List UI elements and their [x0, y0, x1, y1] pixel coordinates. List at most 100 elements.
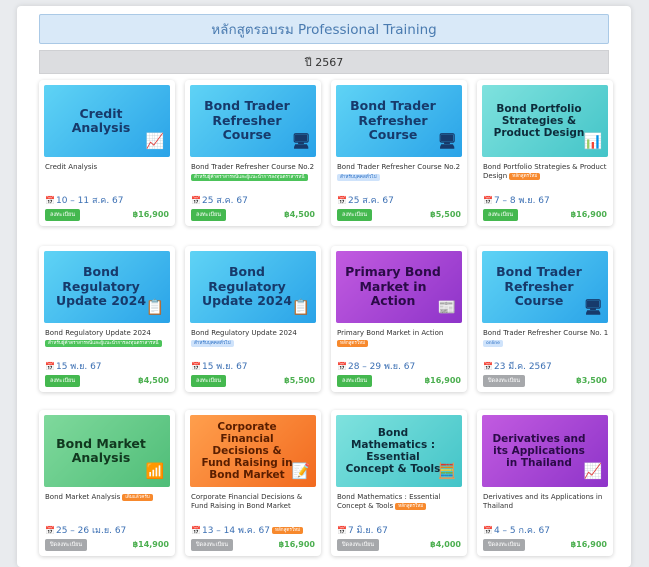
calendar-icon: 📅	[337, 526, 347, 535]
date-text: 15 พ.ย. 67	[201, 362, 248, 372]
calendar-icon: 📅	[191, 362, 201, 371]
registration-closed-button[interactable]: ปิดลงทะเบียน	[45, 538, 88, 551]
trader-desk-icon: 🖥	[291, 132, 311, 151]
course-price: ฿16,900	[570, 210, 607, 219]
course-thumbnail[interactable]: Bond Regulatory Update 2024 📋	[44, 251, 170, 323]
course-card[interactable]: Bond Trader Refresher Course 🖥 Bond Trader…	[477, 246, 613, 392]
course-name-block: Bond Trader Refresher Course No.2 สำหรับบ…	[337, 163, 463, 182]
audience-badge: สำหรับผู้ค้าตราสารหนี้และผู้แนะนำการลงทุ…	[45, 340, 162, 348]
course-card[interactable]: Bond Portfolio Strategies & Product Desi…	[477, 80, 613, 226]
regulation-doc-icon: 📋	[291, 298, 311, 317]
course-thumbnail[interactable]: Bond Market Analysis 📶	[44, 415, 170, 487]
card-footer: ปิดลงทะเบียน ฿3,500	[483, 374, 607, 387]
course-name-block: Primary Bond Market in Action หลักสูตรใหม…	[337, 329, 463, 348]
course-thumbnail[interactable]: Bond Portfolio Strategies & Product Desi…	[482, 85, 608, 157]
course-name[interactable]: Bond Trader Refresher Course No.2	[337, 163, 460, 171]
course-name[interactable]: Bond Regulatory Update 2024	[191, 329, 297, 337]
calendar-icon: 📅	[45, 526, 55, 535]
year-header[interactable]: ปี 2567	[39, 50, 609, 74]
audience-badge: สำหรับบุคคลทั่วไป	[191, 340, 234, 348]
date-text: 4 – 5 ก.ค. 67	[493, 526, 551, 536]
card-footer: ลงทะเบียน ฿16,900	[45, 208, 169, 221]
course-name[interactable]: Bond Regulatory Update 2024	[45, 329, 151, 337]
register-button[interactable]: ลงทะเบียน	[45, 208, 80, 221]
course-name-block: Bond Portfolio Strategies & Product Desi…	[483, 163, 609, 182]
course-thumbnail[interactable]: Bond Trader Refresher Course 🖥	[336, 85, 462, 157]
course-thumbnail[interactable]: Bond Trader Refresher Course 🖥	[482, 251, 608, 323]
card-footer: ลงทะเบียน ฿5,500	[337, 208, 461, 221]
calendar-icon: 📅	[337, 196, 347, 205]
course-card[interactable]: Credit Analysis 📈 Credit Analysis 📅10 – 11 …	[39, 80, 175, 226]
course-name[interactable]: Credit Analysis	[45, 163, 97, 171]
course-name[interactable]: Bond Market Analysis	[45, 493, 120, 501]
course-thumbnail[interactable]: Bond Trader Refresher Course 🖥	[190, 85, 316, 157]
register-button[interactable]: ลงทะเบียน	[337, 374, 372, 387]
register-button[interactable]: ลงทะเบียน	[337, 208, 372, 221]
course-card[interactable]: Bond Mathematics : Essential Concept & T…	[331, 410, 467, 556]
course-name[interactable]: Derivatives and its Applications in Thai…	[483, 493, 602, 510]
course-card[interactable]: Derivatives and its Applications in Thai…	[477, 410, 613, 556]
course-date: 📅15 พ.ย. 67	[191, 359, 248, 373]
new-course-badge: เต็มแล้วครับ	[122, 493, 153, 501]
course-card[interactable]: Corporate Financial Decisions & Fund Rai…	[185, 410, 321, 556]
course-price: ฿5,500	[284, 376, 315, 385]
course-card[interactable]: Bond Regulatory Update 2024 📋 Bond Regulat…	[39, 246, 175, 392]
date-text: 7 มิ.ย. 67	[347, 526, 388, 536]
course-card[interactable]: Bond Market Analysis 📶 Bond Market Analysi…	[39, 410, 175, 556]
course-price: ฿16,900	[132, 210, 169, 219]
trader-desk-icon: 🖥	[583, 298, 603, 317]
course-date: 📅13 – 14 พ.ค. 67 หลักสูตรใหม่	[191, 523, 304, 537]
calendar-icon: 📅	[191, 196, 201, 205]
register-button[interactable]: ลงทะเบียน	[483, 208, 518, 221]
course-name[interactable]: Primary Bond Market in Action	[337, 329, 443, 337]
card-footer: ลงทะเบียน ฿5,500	[191, 374, 315, 387]
training-panel: หลักสูตรอบรม Professional Training ปี 25…	[17, 6, 631, 567]
course-price: ฿14,900	[132, 540, 169, 549]
audience-badge: สำหรับบุคคลทั่วไป	[337, 174, 380, 182]
course-thumbnail[interactable]: Bond Mathematics : Essential Concept & T…	[336, 415, 462, 487]
course-price: ฿16,900	[424, 376, 461, 385]
register-button[interactable]: ลงทะเบียน	[191, 374, 226, 387]
registration-closed-button[interactable]: ปิดลงทะเบียน	[483, 538, 526, 551]
register-button[interactable]: ลงทะเบียน	[45, 374, 80, 387]
course-card[interactable]: Bond Trader Refresher Course 🖥 Bond Trader…	[185, 80, 321, 226]
date-text: 13 – 14 พ.ค. 67	[201, 526, 270, 536]
course-thumbnail[interactable]: Primary Bond Market in Action 📰	[336, 251, 462, 323]
course-thumbnail[interactable]: Bond Regulatory Update 2024 📋	[190, 251, 316, 323]
course-card[interactable]: Bond Regulatory Update 2024 📋 Bond Regulat…	[185, 246, 321, 392]
course-price: ฿16,900	[570, 540, 607, 549]
course-price: ฿4,500	[138, 376, 169, 385]
course-card[interactable]: Primary Bond Market in Action 📰 Primary Bo…	[331, 246, 467, 392]
registration-closed-button[interactable]: ปิดลงทะเบียน	[337, 538, 380, 551]
course-name[interactable]: Bond Trader Refresher Course No.2	[191, 163, 314, 171]
date-text: 28 – 29 พ.ย. 67	[347, 362, 416, 372]
course-name[interactable]: Corporate Financial Decisions & Fund Rai…	[191, 493, 302, 510]
course-price: ฿16,900	[278, 540, 315, 549]
date-text: 25 ส.ค. 67	[201, 196, 248, 206]
registration-closed-button[interactable]: ปิดลงทะเบียน	[483, 374, 526, 387]
course-name[interactable]: Bond Portfolio Strategies & Product Desi…	[483, 163, 606, 180]
card-footer: ลงทะเบียน ฿4,500	[191, 208, 315, 221]
register-button[interactable]: ลงทะเบียน	[191, 208, 226, 221]
course-date: 📅10 – 11 ส.ค. 67	[45, 193, 124, 207]
course-thumbnail[interactable]: Credit Analysis 📈	[44, 85, 170, 157]
calculator-icon: 🧮	[437, 462, 457, 481]
date-text: 10 – 11 ส.ค. 67	[55, 196, 124, 206]
card-footer: ปิดลงทะเบียน ฿16,900	[191, 538, 315, 551]
course-name[interactable]: Bond Trader Refresher Course No. 1	[483, 329, 608, 337]
course-date: 📅28 – 29 พ.ย. 67	[337, 359, 415, 373]
course-name-block: Bond Regulatory Update 2024 สำหรับบุคคลทั…	[191, 329, 317, 348]
new-course-badge: หลักสูตรใหม่	[509, 172, 541, 180]
course-thumbnail[interactable]: Derivatives and its Applications in Thai…	[482, 415, 608, 487]
calendar-icon: 📅	[45, 196, 55, 205]
course-thumbnail[interactable]: Corporate Financial Decisions & Fund Rai…	[190, 415, 316, 487]
registration-closed-button[interactable]: ปิดลงทะเบียน	[191, 538, 234, 551]
course-date: 📅15 พ.ย. 67	[45, 359, 102, 373]
audience-badge: หลักสูตรใหม่	[337, 340, 369, 348]
regulation-doc-icon: 📋	[145, 298, 165, 317]
course-name-block: Bond Trader Refresher Course No.2 สำหรับผ…	[191, 163, 317, 182]
course-card[interactable]: Bond Trader Refresher Course 🖥 Bond Trader…	[331, 80, 467, 226]
page-title: หลักสูตรอบรม Professional Training	[39, 14, 609, 44]
course-date: 📅25 – 26 เม.ย. 67	[45, 523, 126, 537]
course-date: 📅25 ส.ค. 67	[191, 193, 248, 207]
